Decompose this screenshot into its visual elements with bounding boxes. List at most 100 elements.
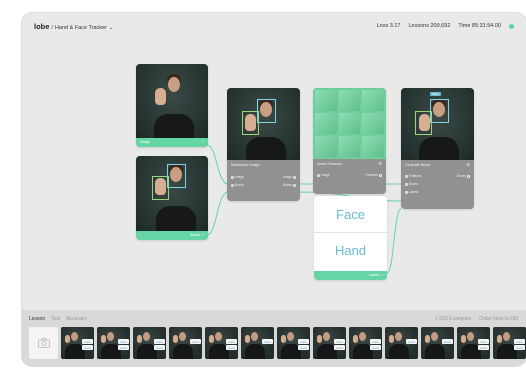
example-thumbnail[interactable]: Face Hand (277, 327, 310, 359)
thumbnail-tag: Hand (478, 345, 489, 350)
thumbnail-tags: Face Hand (514, 339, 525, 350)
thumbnail-tag: Hand (406, 339, 417, 344)
example-thumbnail[interactable]: Hand (421, 327, 454, 359)
thumbnail-tags: Face Hand (334, 339, 345, 350)
face-bounding-box (430, 99, 449, 123)
example-thumbnail[interactable]: Face Hand (313, 327, 346, 359)
port-in-image[interactable]: Image (317, 173, 330, 177)
thumbnail-tag: Face (226, 339, 237, 344)
thumbnail-tag: Hand (334, 345, 345, 350)
hand-bounding-box (242, 111, 259, 135)
randomize-image-node[interactable]: Randomize Image Image Boxes Image Boxes (227, 88, 300, 201)
label-hand[interactable]: Hand (314, 243, 387, 258)
thumbnail-tags: Face Hand (478, 339, 489, 350)
thumbnail-tag: Hand (118, 345, 129, 350)
labels-footer: Labels (368, 273, 379, 277)
tab-accuracy[interactable]: Accuracy (66, 316, 87, 322)
generate-title: Generate Boxes (405, 163, 431, 167)
labels-node[interactable]: Face Hand Labels + (314, 196, 387, 280)
prediction-tag: Face (430, 92, 441, 96)
thumbnail-tag: Hand (442, 339, 453, 344)
detect-title: Detect Features (317, 162, 342, 166)
wire-boxes (206, 191, 229, 236)
port-out-boxes[interactable]: Boxes (457, 174, 470, 178)
boxes-input-label: Boxes (190, 233, 200, 237)
thumbnail-tag: Face (334, 339, 345, 344)
camera-icon (37, 338, 50, 348)
training-photo (136, 64, 208, 140)
thumbnail-tag: Face (478, 339, 489, 344)
thumbnail-tag: Hand (514, 345, 525, 350)
example-thumbnail[interactable]: Hand (169, 327, 202, 359)
hand-bounding-box (152, 176, 169, 200)
example-thumbnail[interactable]: Face (241, 327, 274, 359)
port-in-boxes[interactable]: Boxes (405, 182, 418, 186)
thumbnail-tag: Hand (82, 345, 93, 350)
feature-maps-grid (313, 88, 386, 159)
port-out-features[interactable]: Features (365, 173, 382, 177)
thumbnail-tag: Hand (226, 345, 237, 350)
port-in-image[interactable]: Image (231, 175, 244, 179)
tab-lesson[interactable]: Lesson (29, 316, 45, 322)
plus-icon[interactable]: + (202, 138, 204, 147)
thumbnail-tags: Hand (406, 339, 417, 344)
thumbnail-tag: Face (298, 339, 309, 344)
thumbnail-tags: Face Hand (298, 339, 309, 350)
face-bounding-box (257, 99, 276, 123)
port-in-labels[interactable]: Labels (405, 190, 418, 194)
image-input-node[interactable]: Image + (136, 64, 208, 147)
example-thumbnail[interactable]: Face Hand (205, 327, 238, 359)
camera-button[interactable] (29, 327, 58, 359)
example-thumbnail[interactable]: Face Hand (61, 327, 94, 359)
port-in-boxes[interactable]: Boxes (231, 183, 244, 187)
example-thumbnail[interactable]: Face Hand (349, 327, 382, 359)
detect-features-node[interactable]: Detect Features ⚙ Image Features (313, 88, 386, 194)
label-divider (314, 232, 387, 233)
face-bounding-box (167, 164, 186, 188)
thumbnail-tags: Face Hand (82, 339, 93, 350)
plus-icon[interactable]: + (202, 231, 204, 240)
port-out-boxes[interactable]: Boxes (283, 183, 296, 187)
example-thumbnail[interactable]: Face Hand (493, 327, 526, 359)
thumbnail-tag: Face (262, 339, 273, 344)
thumbnail-tags: Face Hand (118, 339, 129, 350)
generate-boxes-node[interactable]: Face Generate Boxes ⚙ Features Boxes Lab… (401, 88, 474, 209)
settings-icon[interactable]: ⚙ (378, 161, 382, 166)
thumbnail-tags: Hand (190, 339, 201, 344)
training-photo (227, 88, 300, 163)
thumbnail-tag: Face (118, 339, 129, 344)
boxes-input-bar: Boxes + (136, 231, 208, 240)
image-input-label: Image (140, 140, 150, 144)
thumbnail-tag: Face (514, 339, 525, 344)
training-photo (136, 156, 208, 232)
thumbnail-tag: Face (82, 339, 93, 344)
port-in-features[interactable]: Features (405, 174, 422, 178)
randomize-title: Randomize Image (231, 163, 260, 167)
label-face[interactable]: Face (314, 207, 387, 222)
thumbnail-tag: Hand (190, 339, 201, 344)
thumbnail-tags: Face Hand (154, 339, 165, 350)
wire-image (206, 144, 229, 185)
plus-icon[interactable]: + (381, 271, 383, 280)
examples-count: 1,616 Examples (435, 316, 472, 322)
port-out-image[interactable]: Image (283, 175, 296, 179)
lesson-meta: 1,616 Examples Order New to Old (435, 316, 518, 322)
thumbnail-tags: Face Hand (226, 339, 237, 350)
settings-icon[interactable]: ⚙ (466, 162, 470, 167)
thumbnail-tags: Face (262, 339, 273, 344)
thumbnail-tag: Face (154, 339, 165, 344)
example-thumbnail[interactable]: Face Hand (133, 327, 166, 359)
lesson-tabs: Lesson Test Accuracy (29, 316, 87, 322)
thumbnail-tags: Hand (442, 339, 453, 344)
example-thumbnail[interactable]: Face Hand (457, 327, 490, 359)
prediction-photo: Face (401, 88, 474, 163)
examples-strip[interactable]: Face Hand Face Hand Face Hand Hand Face Hand Face… (29, 327, 526, 359)
sort-order-dropdown[interactable]: Order New to Old (479, 316, 518, 322)
hand-bounding-box (415, 111, 432, 135)
example-thumbnail[interactable]: Hand (385, 327, 418, 359)
tab-test[interactable]: Test (51, 316, 60, 322)
thumbnail-tag: Face (370, 339, 381, 344)
labels-bar: Labels + (314, 271, 387, 280)
boxes-input-node[interactable]: Boxes + (136, 156, 208, 240)
example-thumbnail[interactable]: Face Hand (97, 327, 130, 359)
